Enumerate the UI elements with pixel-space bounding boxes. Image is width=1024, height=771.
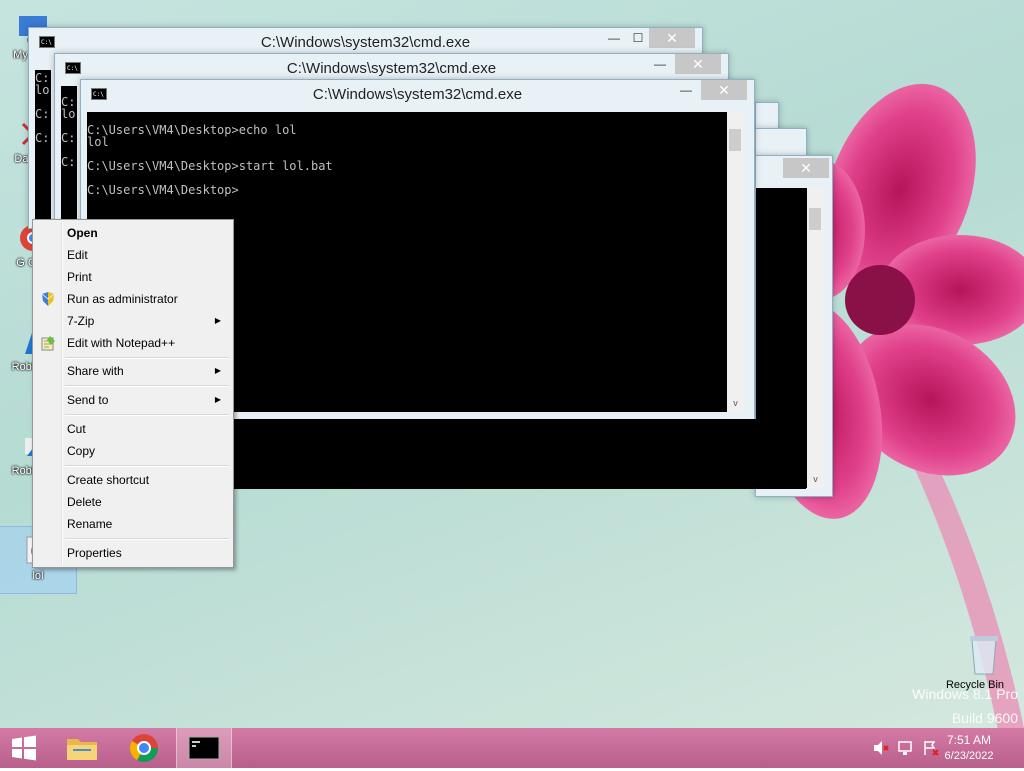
network-icon[interactable] bbox=[897, 740, 915, 756]
window-title: C:\Windows\system32\cmd.exe bbox=[286, 60, 497, 77]
menu-separator bbox=[65, 414, 229, 416]
menu-item-label: Delete bbox=[67, 495, 102, 509]
menu-item-label: Edit bbox=[67, 248, 88, 262]
menu-separator bbox=[65, 385, 229, 387]
windows-logo-icon bbox=[12, 735, 36, 761]
maximize-button[interactable]: ☐ bbox=[625, 28, 651, 48]
menu-item-rename[interactable]: Rename bbox=[35, 513, 231, 535]
menu-item-edit[interactable]: Edit bbox=[35, 244, 231, 266]
menu-item-label: Rename bbox=[67, 517, 113, 531]
taskbar-file-explorer[interactable] bbox=[56, 728, 108, 768]
close-button[interactable]: ✕ bbox=[675, 54, 721, 74]
notepadpp-icon bbox=[41, 336, 55, 351]
menu-item-create-shortcut[interactable]: Create shortcut bbox=[35, 469, 231, 491]
menu-item-label: 7-Zip bbox=[67, 314, 95, 328]
chrome-icon bbox=[130, 734, 158, 762]
speaker-muted-icon[interactable] bbox=[872, 740, 890, 756]
menu-item-share-with[interactable]: Share with ▶ bbox=[35, 360, 231, 382]
submenu-arrow-icon: ▶ bbox=[214, 316, 221, 325]
console-line: C: bbox=[35, 107, 50, 121]
menu-item-open[interactable]: Open bbox=[35, 222, 231, 244]
menu-item-send-to[interactable]: Send to ▶ bbox=[35, 389, 231, 411]
vertical-scrollbar[interactable]: v bbox=[807, 188, 824, 488]
console-line: C: bbox=[35, 131, 50, 145]
menu-item-label: Run as administrator bbox=[67, 292, 178, 306]
scroll-down-arrow[interactable]: v bbox=[727, 395, 744, 412]
menu-item-label: Cut bbox=[67, 422, 86, 436]
console-line: lol bbox=[87, 135, 109, 149]
console-output-behind bbox=[233, 419, 806, 489]
menu-separator bbox=[65, 357, 229, 359]
menu-item-label: Send to bbox=[67, 393, 109, 407]
menu-item-label: Properties bbox=[67, 546, 122, 560]
console-line: C: bbox=[61, 155, 76, 169]
minimize-button[interactable]: — bbox=[647, 54, 673, 74]
menu-item-cut[interactable]: Cut bbox=[35, 418, 231, 440]
scroll-thumb[interactable] bbox=[729, 129, 741, 151]
windows-watermark-line1: Windows 8.1 Pro bbox=[912, 686, 1018, 702]
desktop-icon-recycle-bin[interactable]: Recycle Bin bbox=[940, 632, 1010, 691]
clock-date: 6/23/2022 bbox=[944, 750, 994, 762]
clock-time: 7:51 AM bbox=[946, 733, 992, 747]
menu-item-properties[interactable]: Properties bbox=[35, 542, 231, 564]
console-line: C:\Users\VM4\Desktop>echo lol bbox=[87, 123, 297, 137]
submenu-arrow-icon: ▶ bbox=[214, 395, 221, 404]
menu-item-label: Share with bbox=[67, 364, 124, 378]
menu-item-label: Print bbox=[67, 270, 92, 284]
scroll-thumb[interactable] bbox=[809, 208, 821, 230]
menu-item-label: Open bbox=[67, 226, 98, 240]
taskbar: 7:51 AM 6/23/2022 bbox=[0, 728, 1024, 768]
uac-shield-icon bbox=[41, 292, 55, 306]
console-line: C:\Users\VM4\Desktop>start lol.bat bbox=[87, 159, 333, 173]
window-title: C:\Windows\system32\cmd.exe bbox=[312, 86, 523, 103]
context-menu: Open Edit Print Run as administrator 7-Z… bbox=[32, 219, 234, 568]
menu-item-label: Create shortcut bbox=[67, 473, 150, 487]
menu-item-label: Copy bbox=[67, 444, 96, 458]
menu-item-label: Edit with Notepad++ bbox=[67, 336, 176, 350]
menu-item-edit-with-notepadpp[interactable]: Edit with Notepad++ bbox=[35, 332, 231, 354]
desktop: My C Data G C Roblo Roblo lol ✕ v C:\ C:… bbox=[0, 0, 1024, 728]
minimize-button[interactable]: — bbox=[601, 28, 627, 48]
menu-item-delete[interactable]: Delete bbox=[35, 491, 231, 513]
close-button[interactable]: ✕ bbox=[783, 158, 829, 178]
vertical-scrollbar[interactable]: v bbox=[727, 112, 744, 412]
taskbar-chrome[interactable] bbox=[118, 728, 170, 768]
windows-watermark-line2: Build 9600 bbox=[951, 710, 1018, 726]
start-button[interactable] bbox=[0, 728, 48, 768]
close-button[interactable]: ✕ bbox=[701, 80, 747, 100]
menu-item-7zip[interactable]: 7-Zip ▶ bbox=[35, 310, 231, 332]
console-line: lo bbox=[35, 83, 50, 97]
menu-separator bbox=[65, 538, 229, 540]
menu-item-print[interactable]: Print bbox=[35, 266, 231, 288]
recycle-bin-icon bbox=[969, 636, 998, 675]
console-line: C:\Users\VM4\Desktop> bbox=[87, 183, 239, 197]
menu-item-run-as-administrator[interactable]: Run as administrator bbox=[35, 288, 231, 310]
desktop-icon-label: lol bbox=[32, 570, 44, 582]
cmd-icon bbox=[188, 736, 220, 760]
console-line: lo bbox=[61, 107, 76, 121]
taskbar-cmd[interactable] bbox=[176, 728, 232, 768]
scroll-down-arrow[interactable]: v bbox=[807, 471, 824, 488]
console-line: C: bbox=[61, 131, 76, 145]
console-output[interactable]: C: lo C: C: bbox=[35, 70, 51, 222]
close-button[interactable]: ✕ bbox=[649, 28, 695, 48]
system-clock[interactable]: 7:51 AM 6/23/2022 bbox=[934, 733, 1004, 762]
folder-icon bbox=[67, 739, 97, 760]
minimize-button[interactable]: — bbox=[673, 80, 699, 100]
menu-separator bbox=[65, 465, 229, 467]
submenu-arrow-icon: ▶ bbox=[214, 366, 221, 375]
menu-item-copy[interactable]: Copy bbox=[35, 440, 231, 462]
